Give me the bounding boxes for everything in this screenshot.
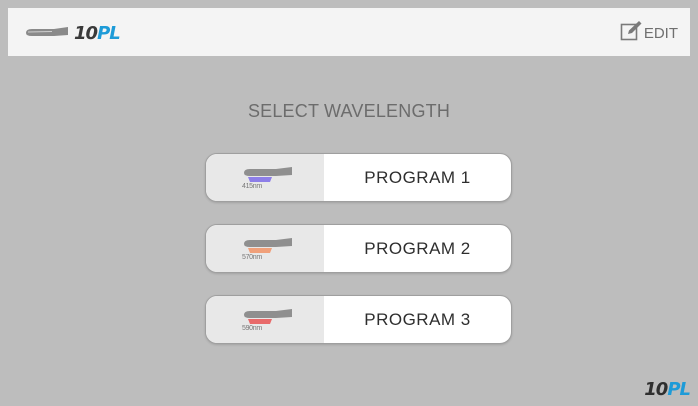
edit-label: EDIT xyxy=(643,25,678,42)
program-3-label: PROGRAM 3 xyxy=(364,309,471,329)
wavelength-filter-2 xyxy=(248,248,272,253)
program-3-button[interactable]: 590nm PROGRAM 3 xyxy=(205,295,512,344)
program-2-wavelength: 570nm xyxy=(242,254,262,261)
page-title: SELECT WAVELENGTH xyxy=(247,101,451,121)
edit-pencil-icon xyxy=(620,21,642,41)
program-2-button[interactable]: 570nm PROGRAM 2 xyxy=(205,224,512,273)
footer-logo: 10PL xyxy=(644,379,691,400)
program-3-wavelength: 590nm xyxy=(242,325,262,332)
edit-button[interactable]: EDIT xyxy=(620,20,678,42)
header-bar: 10PL EDIT xyxy=(8,8,690,56)
app-screen: 10PL EDIT SELECT WAVELENGTH 415nm PROGRA… xyxy=(0,0,698,406)
program-2-handpiece-panel: 570nm xyxy=(206,225,324,272)
brand-logo-text: 10PL xyxy=(74,22,121,44)
program-1-button[interactable]: 415nm PROGRAM 1 xyxy=(205,153,512,202)
program-3-handpiece-panel: 590nm xyxy=(206,296,324,343)
program-1-wavelength: 415nm xyxy=(242,183,262,190)
program-2-label: PROGRAM 2 xyxy=(364,238,471,258)
handpiece-icon xyxy=(26,27,68,36)
wavelength-filter-1 xyxy=(248,177,272,182)
brand-logo: 10PL xyxy=(24,20,121,46)
wavelength-filter-3 xyxy=(248,319,272,324)
program-1-label: PROGRAM 1 xyxy=(364,167,471,187)
program-1-handpiece-panel: 415nm xyxy=(206,154,324,201)
